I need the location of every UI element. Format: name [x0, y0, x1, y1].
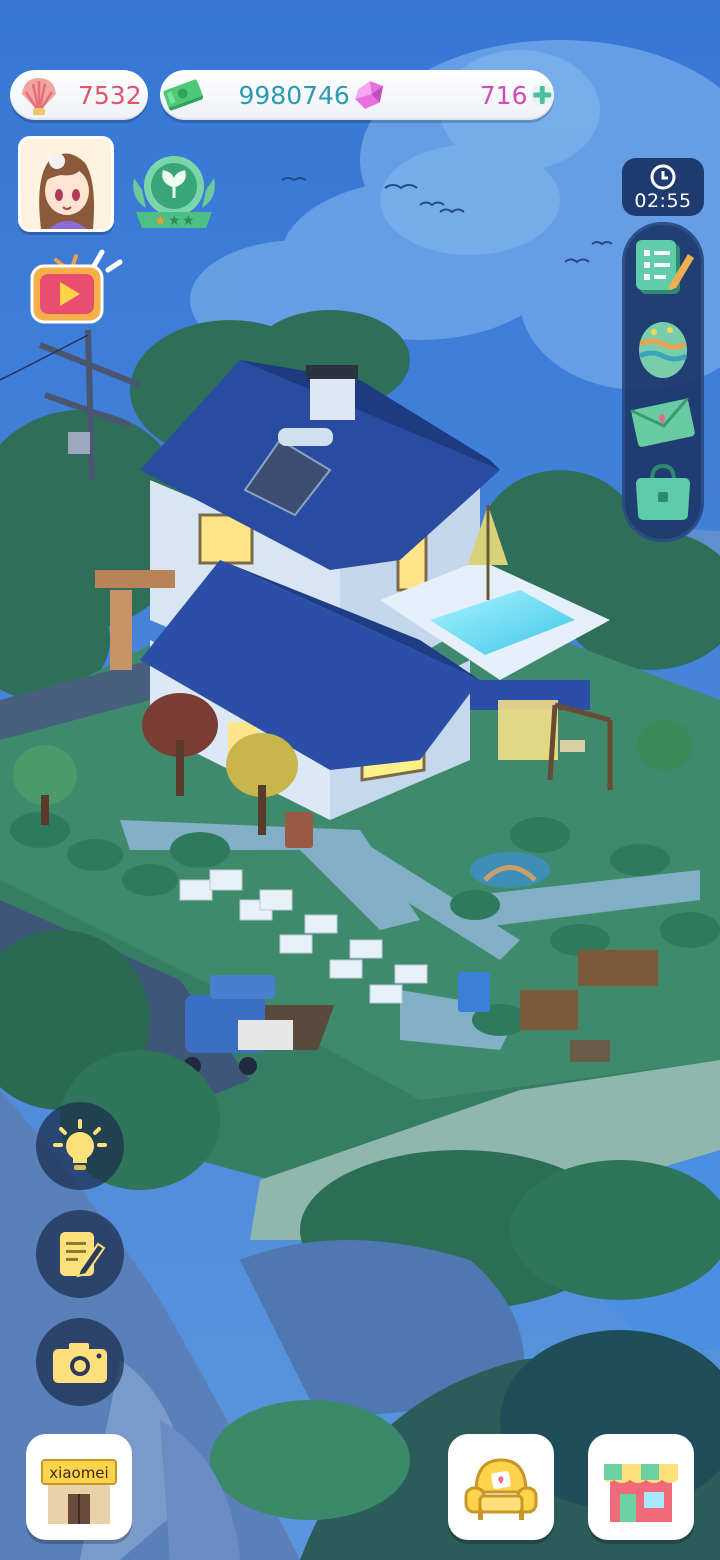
shop-button[interactable]: xiaomei [26, 1434, 132, 1540]
shells-counter[interactable]: 7532 [10, 70, 148, 120]
brown-bin [285, 812, 313, 848]
hint-button[interactable] [36, 1102, 124, 1190]
shop-sign: xiaomei [49, 1464, 108, 1482]
notepad-icon [60, 1232, 106, 1278]
furniture-button[interactable] [448, 1434, 554, 1540]
notes-button[interactable] [36, 1210, 124, 1298]
gem-icon [355, 81, 383, 109]
sofa-icon [464, 1458, 538, 1520]
blue-bin [458, 972, 490, 1012]
currency-bar[interactable]: 9980746 716 [160, 70, 554, 120]
cash-icon [163, 79, 204, 111]
bag-icon[interactable] [630, 460, 696, 524]
cash-count: 9980746 [238, 80, 350, 110]
video-ad-icon[interactable] [28, 244, 124, 328]
svg-text:★: ★ [182, 213, 195, 229]
game-scene[interactable] [0, 0, 720, 1560]
shop-front-icon: xiaomei [41, 1459, 117, 1524]
leaf-badge-icon[interactable]: ★ ★ ★ [128, 150, 220, 234]
lightbulb-icon [53, 1119, 107, 1170]
side-menu [622, 222, 704, 542]
store-icon [604, 1464, 678, 1522]
easter-egg-icon[interactable] [634, 314, 692, 380]
shells-count: 7532 [78, 80, 142, 110]
clock-icon [650, 164, 676, 190]
player-avatar[interactable] [18, 136, 114, 232]
store-button[interactable] [588, 1434, 694, 1540]
shell-icon [22, 78, 56, 115]
gem-count: 716 [479, 80, 528, 110]
camera-button[interactable] [36, 1318, 124, 1406]
svg-text:★: ★ [168, 213, 181, 229]
mail-icon[interactable] [628, 394, 698, 450]
plus-icon[interactable] [530, 80, 555, 110]
camera-icon [53, 1343, 107, 1383]
task-list-icon[interactable] [630, 234, 696, 300]
timer-text: 02:55 [634, 190, 692, 212]
event-timer[interactable]: 02:55 [622, 158, 704, 216]
svg-text:★: ★ [154, 213, 167, 229]
